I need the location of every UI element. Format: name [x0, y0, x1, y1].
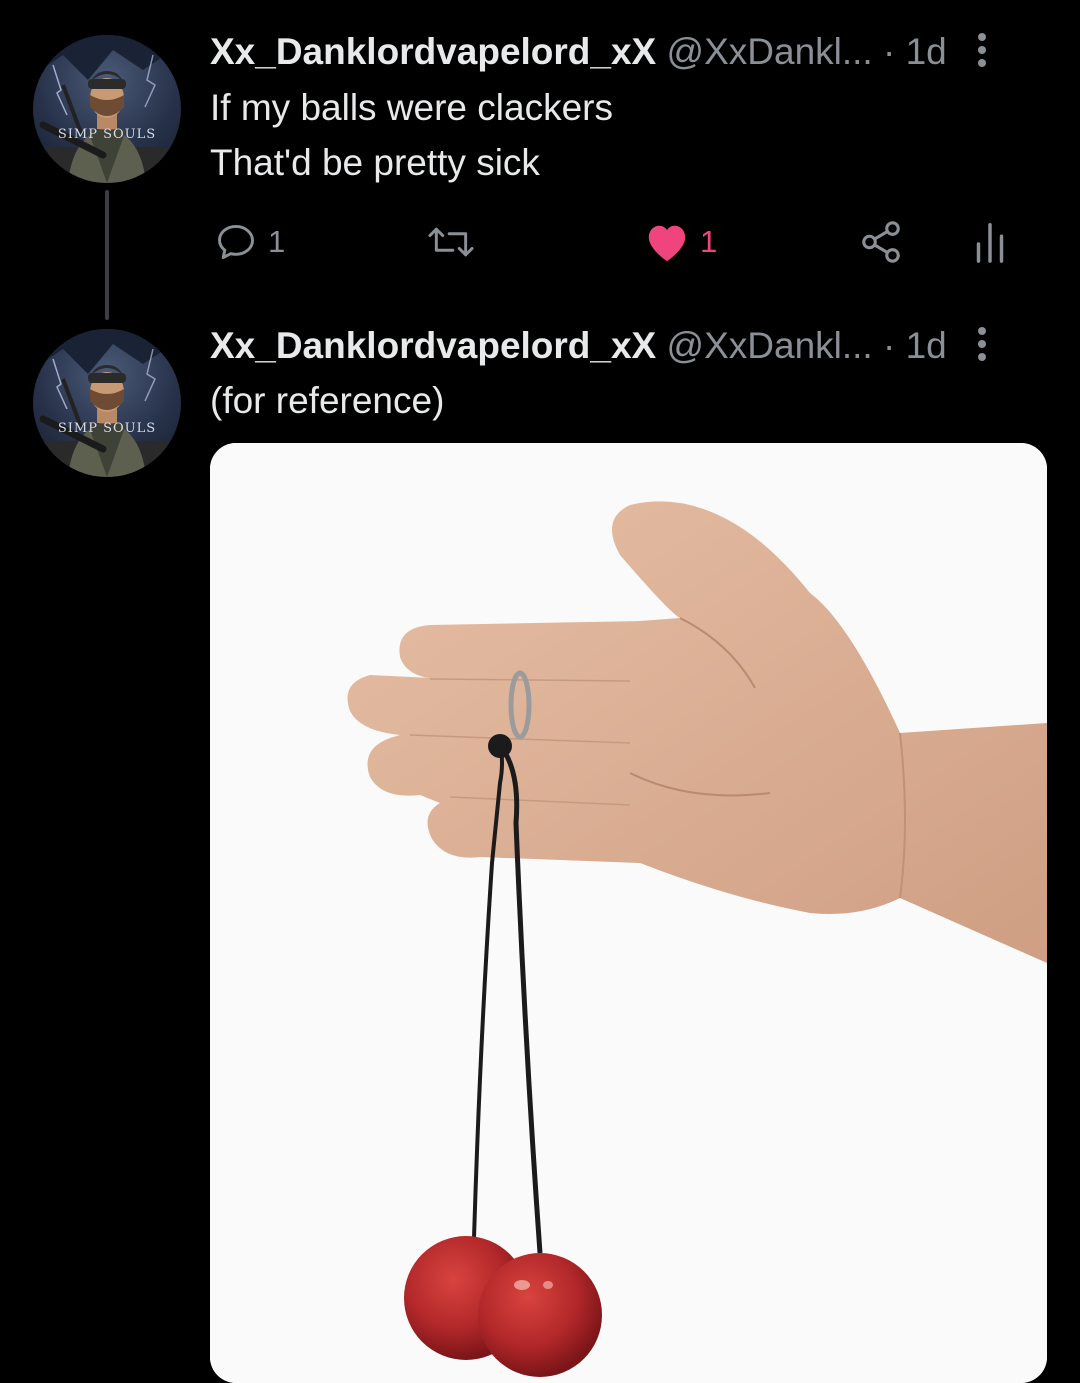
- display-name[interactable]: Xx_Danklordvapelord_xX: [210, 325, 656, 366]
- avatar-image: SIMP SOULS: [33, 35, 181, 183]
- avatar-logo-text: SIMP SOULS: [58, 421, 156, 436]
- separator-dot: ·: [883, 325, 896, 366]
- avatar-image: SIMP SOULS: [33, 329, 181, 477]
- tweet-text-line: That'd be pretty sick: [210, 142, 540, 183]
- retweet-arrows-icon: [428, 227, 474, 257]
- reply-button[interactable]: 1: [214, 212, 285, 272]
- clacker-photo: [210, 443, 1047, 1383]
- retweet-button[interactable]: [424, 212, 488, 272]
- tweet-header: Xx_Danklordvapelord_xX @XxDankl... · 1d: [210, 323, 1010, 369]
- avatar[interactable]: SIMP SOULS: [33, 35, 181, 183]
- action-bar: 1 1: [210, 212, 1030, 272]
- tweet-text: If my balls were clackers That'd be pret…: [210, 80, 1030, 190]
- handle[interactable]: @XxDankl...: [667, 325, 873, 366]
- avatar-logo-text: SIMP SOULS: [58, 127, 156, 142]
- like-button[interactable]: 1: [644, 212, 717, 272]
- bar-chart-icon: [976, 223, 1004, 263]
- display-name[interactable]: Xx_Danklordvapelord_xX: [210, 31, 656, 72]
- reply-count: 1: [268, 224, 286, 259]
- like-count: 1: [700, 224, 718, 259]
- tweet-text: (for reference): [210, 373, 1030, 428]
- avatar[interactable]: SIMP SOULS: [33, 329, 181, 477]
- speech-bubble-icon: [218, 224, 254, 260]
- handle[interactable]: @XxDankl...: [667, 31, 873, 72]
- views-button[interactable]: [972, 212, 1008, 272]
- thread-connector-line: [105, 190, 109, 320]
- vertical-ellipsis-icon[interactable]: [976, 33, 988, 69]
- separator-dot: ·: [883, 31, 896, 72]
- timestamp[interactable]: 1d: [906, 31, 947, 72]
- heart-icon: [648, 225, 686, 262]
- attached-photo[interactable]: [210, 443, 1047, 1383]
- tweet-text-line: If my balls were clackers: [210, 87, 613, 128]
- tweet[interactable]: SIMP SOULS Xx_Danklordvapelord_xX @XxDan…: [0, 320, 1080, 1383]
- vertical-ellipsis-icon[interactable]: [976, 327, 988, 363]
- share-button[interactable]: [858, 212, 904, 272]
- timestamp[interactable]: 1d: [906, 325, 947, 366]
- share-nodes-icon: [862, 221, 900, 263]
- tweet-header: Xx_Danklordvapelord_xX @XxDankl... · 1d: [210, 29, 1010, 75]
- tweet-text-line: (for reference): [210, 380, 445, 421]
- tweet[interactable]: SIMP SOULS Xx_Danklordvapelord_xX @XxDan…: [0, 0, 1080, 320]
